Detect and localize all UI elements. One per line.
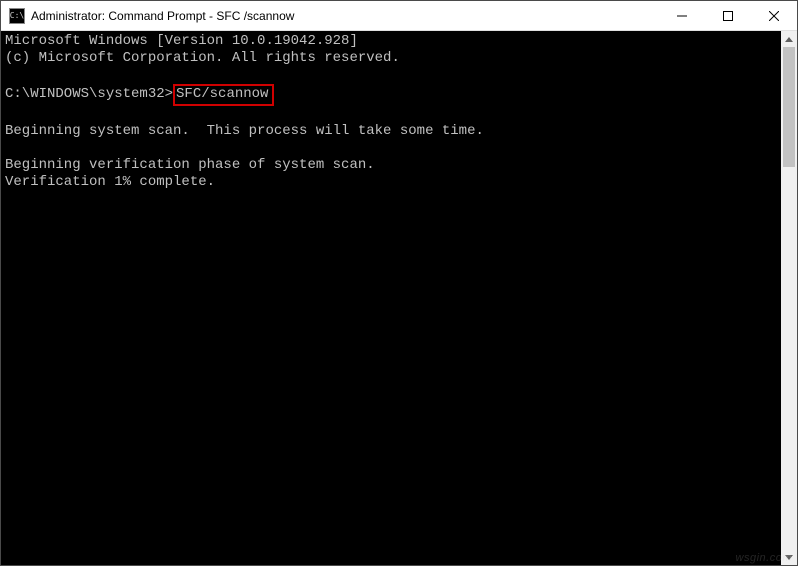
output-line: Microsoft Windows [Version 10.0.19042.92… [5,33,358,49]
prompt-text: C:\WINDOWS\system32> [5,86,173,102]
scroll-down-arrow-icon[interactable] [781,549,797,565]
cmd-icon: C:\ [9,8,25,24]
command-highlight: SFC/scannow [173,84,274,106]
scroll-thumb[interactable] [783,47,795,167]
output-line: Beginning verification phase of system s… [5,157,375,173]
minimize-button[interactable] [659,1,705,30]
window-controls [659,1,797,30]
terminal-output[interactable]: Microsoft Windows [Version 10.0.19042.92… [1,31,781,565]
maximize-button[interactable] [705,1,751,30]
typed-command: SFC/scannow [176,86,268,102]
scroll-up-arrow-icon[interactable] [781,31,797,47]
command-prompt-window: C:\ Administrator: Command Prompt - SFC … [0,0,798,566]
output-line: Beginning system scan. This process will… [5,123,484,139]
output-line: (c) Microsoft Corporation. All rights re… [5,50,400,66]
close-button[interactable] [751,1,797,30]
titlebar[interactable]: C:\ Administrator: Command Prompt - SFC … [1,1,797,31]
client-area: Microsoft Windows [Version 10.0.19042.92… [1,31,797,565]
window-title: Administrator: Command Prompt - SFC /sca… [31,9,659,23]
vertical-scrollbar[interactable] [781,31,797,565]
output-line: Verification 1% complete. [5,174,215,190]
